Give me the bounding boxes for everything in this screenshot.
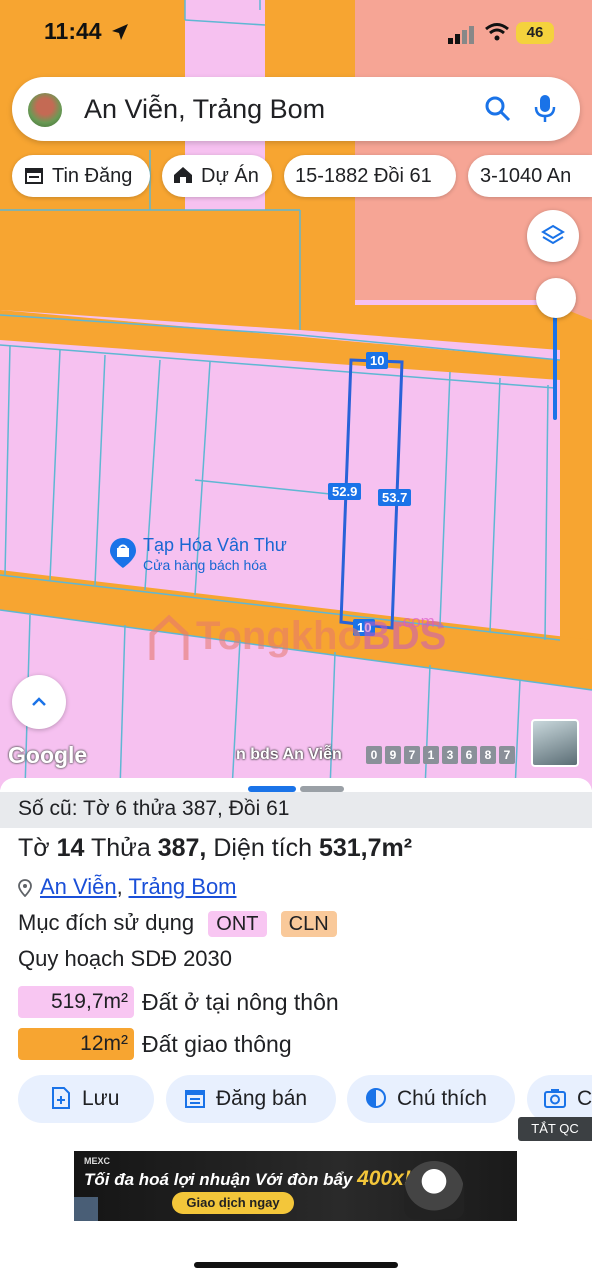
wifi-icon <box>485 23 509 41</box>
district-link[interactable]: Trảng Bom <box>129 874 237 899</box>
post-sale-button[interactable]: Đăng bán <box>166 1075 336 1123</box>
plan-label-residential: Đất ở tại nông thôn <box>142 989 339 1015</box>
battery-indicator: 46 <box>516 22 554 44</box>
dimension-top-label: 10 <box>366 352 389 369</box>
signal-icon <box>448 26 474 44</box>
purpose-tag-cln: CLN <box>280 911 337 937</box>
ward-link[interactable]: An Viễn <box>40 874 117 899</box>
area-value: 531,7m² <box>318 834 413 862</box>
dimension-right-label: 53.7 <box>378 489 412 506</box>
sheet-number: 14 <box>56 834 85 862</box>
address-separator: , <box>116 874 123 899</box>
photo-button[interactable]: C <box>527 1075 592 1123</box>
land-use-purpose: Mục đích sử dụng ONT CLN <box>18 910 337 937</box>
home-indicator[interactable] <box>194 1262 398 1268</box>
chip-label: Tin Đăng <box>52 165 133 187</box>
camera-icon <box>544 1088 566 1108</box>
chip-du-an[interactable]: Dự Án <box>162 155 272 197</box>
map-pin-icon <box>18 879 32 898</box>
screen: 10 52.9 53.7 10 Tạp Hóa Vân Thư Cửa hàng… <box>0 0 592 1280</box>
ad-mascot-image <box>404 1161 464 1219</box>
legend-button[interactable]: Chú thích <box>347 1075 515 1123</box>
parcel-summary: Tờ 14 Thửa 387, Diện tích 531,7m² <box>18 834 412 863</box>
location-arrow-icon <box>112 24 128 40</box>
search-icon[interactable] <box>484 95 512 123</box>
search-query[interactable]: An Viễn, Trảng Bom <box>84 94 325 125</box>
house-icon <box>174 167 192 184</box>
ad-highlight: 400x! <box>357 1167 411 1190</box>
ticker-digit: 8 <box>480 746 496 764</box>
save-label: Lưu <box>82 1087 120 1110</box>
parcel-label-thua: Thửa <box>90 834 151 862</box>
poi-subtitle: Cửa hàng bách hóa <box>143 557 267 573</box>
microphone-icon[interactable] <box>534 93 556 125</box>
chip-label: Dự Án <box>201 165 259 187</box>
calendar-icon <box>25 168 43 185</box>
ad-cta-button[interactable]: Giao dịch ngay <box>172 1192 294 1214</box>
dimension-left-label: 52.9 <box>328 483 362 500</box>
address: An Viễn, Trảng Bom <box>18 874 237 900</box>
save-button[interactable]: Lưu <box>18 1075 154 1123</box>
ticker-digit: 1 <box>423 746 439 764</box>
store-pin-icon[interactable] <box>108 537 138 574</box>
old-reference: Số cũ: Tờ 6 thửa 387, Đồi 61 <box>0 792 592 828</box>
photo-label: C <box>577 1087 592 1110</box>
watermark-domain: .com <box>398 612 435 631</box>
area-label: Diện tích <box>213 834 313 862</box>
chip-saved-parcel-2[interactable]: 3-1040 An <box>468 155 592 197</box>
purpose-tag-ont: ONT <box>208 911 267 937</box>
purpose-label: Mục đích sử dụng <box>18 910 195 935</box>
plan-label-road: Đất giao thông <box>142 1031 292 1057</box>
sheet-label-to: Tờ <box>18 834 50 862</box>
parcel-number: 387, <box>157 834 207 862</box>
status-time: 11:44 <box>44 18 102 44</box>
layers-icon <box>541 224 565 245</box>
ticker-digit: 3 <box>442 746 458 764</box>
chip-label: 15-1882 Đồi 61 <box>295 165 432 187</box>
layers-button[interactable] <box>527 210 579 262</box>
chevron-up-icon <box>32 697 46 706</box>
plan-area-road: 12m² <box>18 1028 134 1060</box>
ad-headline: Tối đa hoá lợi nhuận Với đòn bẩy 400x! <box>84 1167 411 1190</box>
ticker-digit: 9 <box>385 746 401 764</box>
ticker-text: n bds An Viễn <box>236 746 342 763</box>
chip-saved-parcel-1[interactable]: 15-1882 Đồi 61 <box>284 155 456 197</box>
google-logo: Google <box>8 742 88 768</box>
opacity-slider-knob[interactable] <box>536 278 576 318</box>
add-file-icon <box>52 1086 70 1109</box>
contrast-icon <box>366 1087 386 1108</box>
post-sale-label: Đăng bán <box>216 1087 308 1110</box>
ad-info-icon[interactable] <box>74 1197 98 1221</box>
calendar-icon <box>185 1089 205 1108</box>
street-view-thumbnail[interactable] <box>531 719 579 767</box>
ad-banner[interactable]: MEXC Tối đa hoá lợi nhuận Với đòn bẩy 40… <box>74 1151 517 1221</box>
status-bar: 11:44 46 <box>0 0 592 66</box>
poi-name[interactable]: Tạp Hóa Vân Thư <box>143 535 287 556</box>
plan-title: Quy hoạch SDĐ 2030 <box>18 946 233 971</box>
expand-up-button[interactable] <box>12 675 66 729</box>
legend-label: Chú thích <box>397 1087 487 1110</box>
ticker-digit: 7 <box>404 746 420 764</box>
ticker-digits: 0 9 7 1 3 6 8 7 <box>366 746 515 764</box>
watermark-house-icon <box>149 614 189 660</box>
opacity-slider-track[interactable] <box>553 300 557 420</box>
ticker-digit: 0 <box>366 746 382 764</box>
plan-area-residential: 519,7m² <box>18 986 134 1018</box>
search-bar[interactable]: An Viễn, Trảng Bom <box>12 77 580 141</box>
chip-tin-dang[interactable]: Tin Đăng <box>12 155 150 197</box>
avatar[interactable] <box>28 93 62 127</box>
ticker-digit: 6 <box>461 746 477 764</box>
chip-label: 3-1040 An <box>480 165 572 187</box>
ticker-digit: 7 <box>499 746 515 764</box>
close-ad-button[interactable]: TẮT QC <box>518 1117 592 1141</box>
ad-brand: MEXC <box>84 1156 111 1166</box>
